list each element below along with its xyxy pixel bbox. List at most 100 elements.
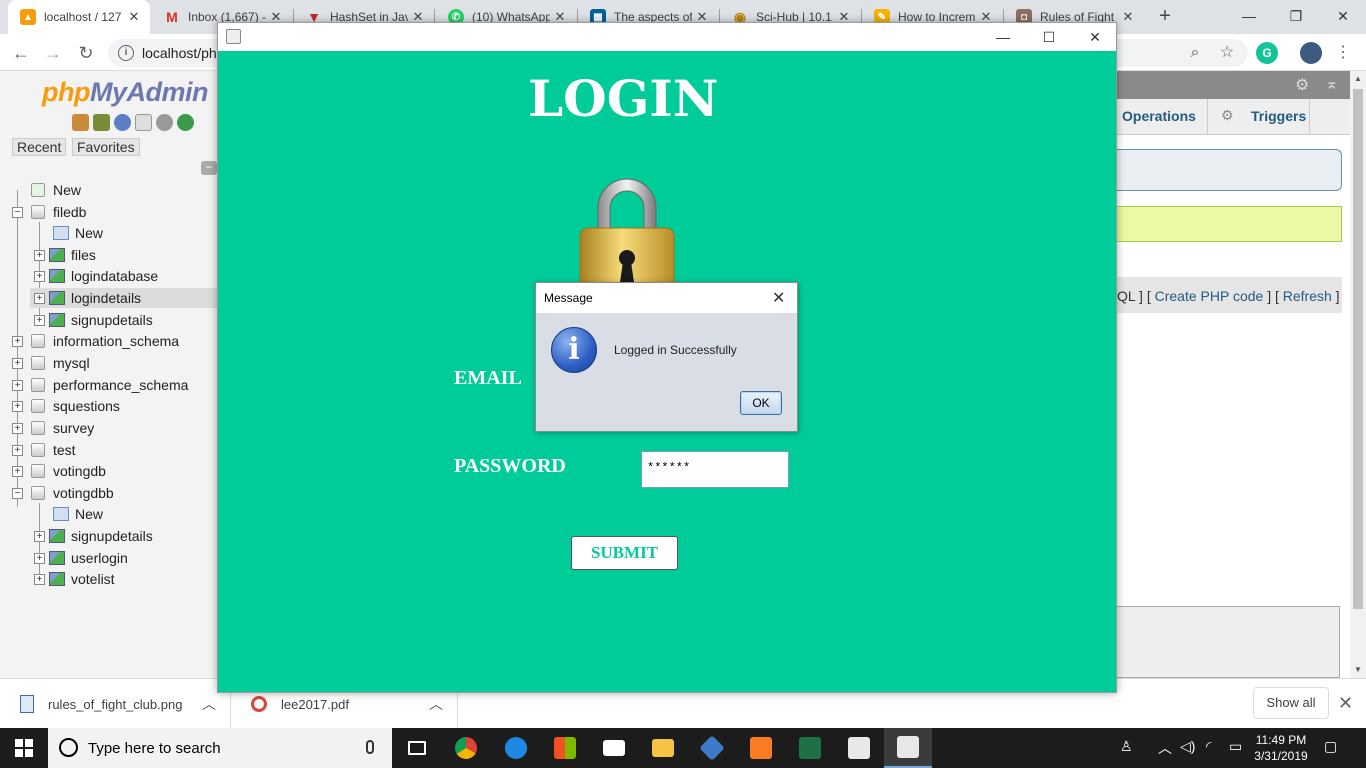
tree-db-performance-schema[interactable]: + performance_schema [12,375,188,395]
java-app-active-icon[interactable] [884,728,932,768]
close-window-button[interactable]: ✕ [1072,23,1118,51]
padlock-icon [579,178,675,290]
virtualbox-icon[interactable] [688,728,736,768]
tab-triggers[interactable]: Triggers [1251,108,1306,124]
favorites-button[interactable]: Favorites [72,138,140,156]
back-icon[interactable]: ← [8,40,34,66]
taskbar: Type here to search ♙ ︿ ◁) ◜ ▭ 11:49 PM … [0,728,1366,768]
battery-icon[interactable]: ▭ [1229,738,1242,755]
submit-button[interactable]: SUBMIT [571,536,678,570]
edge-icon[interactable] [492,728,540,768]
menu-icon[interactable]: ⋮ [1332,42,1354,64]
tree-table-files[interactable]: + files [34,245,96,265]
chevron-up-icon[interactable]: ︿ [1158,738,1172,758]
excel-icon[interactable] [786,728,834,768]
collapse-icon[interactable]: − [12,206,23,218]
tab-operations[interactable]: Operations [1122,108,1196,124]
info-icon[interactable]: i [118,45,134,61]
taskbar-search[interactable]: Type here to search [48,728,392,768]
tree-table-signupdetails[interactable]: + signupdetails [34,310,153,330]
close-icon[interactable]: ✕ [772,288,785,308]
minimize-button[interactable]: — [980,23,1026,51]
collapse-icon[interactable]: ⌅ [1325,74,1338,94]
close-icon[interactable]: ✕ [1338,693,1353,714]
tree-table-userlogin[interactable]: + userlogin [34,548,128,568]
tree-table-votingdbb-signupdetails[interactable]: + signupdetails [34,526,153,546]
scroll-thumb[interactable] [1353,89,1363,609]
forward-icon[interactable]: → [40,40,66,66]
task-view-icon[interactable] [393,728,441,768]
logout-icon[interactable] [93,114,110,131]
home-icon[interactable] [72,114,89,131]
email-label: EMAIL [454,367,522,389]
zoom-icon[interactable]: ⌕ [1184,42,1206,64]
dialog-title: Message [544,291,593,305]
tree-db-mysql[interactable]: + mysql [12,353,90,373]
scroll-down-icon[interactable]: ▼ [1350,662,1366,678]
browser-tab-localhost[interactable]: ▲ localhost / 127 ✕ [8,0,150,34]
windows-logo-icon [15,739,33,757]
chevron-up-icon[interactable]: ︿ [429,694,443,714]
show-all-button[interactable]: Show all [1253,687,1329,719]
tree-db-test[interactable]: + test [12,440,76,460]
microphone-icon[interactable] [366,740,374,754]
collapse-icon[interactable]: − [12,487,23,499]
tree-db-squestions[interactable]: + squestions [12,396,120,416]
tree-db-filedb[interactable]: − filedb [12,202,86,222]
tree-item-votingdbb-new[interactable]: New [34,504,103,524]
mail-icon[interactable] [590,728,638,768]
tree-item-new[interactable]: New [12,180,81,200]
docs-icon[interactable] [135,114,152,131]
chrome-icon[interactable] [442,728,490,768]
tree-db-votingdb[interactable]: + votingdb [12,461,106,481]
scroll-up-icon[interactable]: ▲ [1350,71,1366,87]
file-explorer-icon[interactable] [639,728,687,768]
reload-icon[interactable]: ↻ [73,40,99,66]
chevron-up-icon[interactable]: ︿ [202,694,216,714]
volume-icon[interactable]: ◁) [1180,738,1195,755]
tree-table-logindatabase[interactable]: + logindatabase [34,266,158,286]
tree-db-votingdbb[interactable]: − votingdbb [12,483,114,503]
close-icon[interactable]: ✕ [1118,9,1138,25]
system-clock[interactable]: 11:49 PM 3/31/2019 [1251,732,1311,764]
bookmark-star-icon[interactable]: ☆ [1216,42,1238,64]
help-icon[interactable] [114,114,131,131]
pma-logo[interactable]: phpMyAdmin [42,77,208,108]
start-button[interactable] [0,728,48,768]
pma-query-links: QL ] [ Create PHP code ] [ Refresh ] [1117,277,1342,313]
recent-button[interactable]: Recent [12,138,67,156]
refresh-link[interactable]: Refresh [1283,288,1332,304]
people-icon[interactable]: ♙ [1120,738,1133,755]
maximize-button[interactable]: ☐ [1026,23,1072,51]
table-icon [49,313,65,327]
ok-button[interactable]: OK [740,391,782,415]
store-icon[interactable] [541,728,589,768]
download-item-png[interactable]: rules_of_fight_club.png ︿ [0,679,231,729]
restore-button[interactable]: ❐ [1273,2,1319,30]
tree-table-logindetails[interactable]: + logindetails [30,288,217,308]
tree-table-votelist[interactable]: + votelist [34,569,115,589]
notifications-icon[interactable]: ▢ [1324,738,1337,755]
tree-db-survey[interactable]: + survey [12,418,94,438]
page-scrollbar[interactable]: ▲ ▼ [1350,71,1366,678]
tree-item-filedb-new[interactable]: New [34,223,103,243]
info-icon: i [551,327,597,373]
avatar[interactable] [1300,42,1322,64]
reload-icon[interactable] [177,114,194,131]
java-icon[interactable] [835,728,883,768]
create-php-code-link[interactable]: Create PHP code [1155,288,1264,304]
close-icon[interactable]: ✕ [124,9,144,25]
chrome-icon [251,696,267,712]
pma-main-panel: ⚙ ⌅ Operations ⚙ Triggers QL ] [ Create … [1117,71,1350,678]
password-field[interactable]: ****** [641,451,789,488]
new-tab-button[interactable]: + [1154,4,1176,30]
minimize-button[interactable]: — [1226,2,1272,30]
gear-icon[interactable]: ⚙ [1295,75,1309,95]
gear-icon[interactable] [156,114,173,131]
tree-db-information-schema[interactable]: + information_schema [12,331,179,351]
collapse-icon[interactable]: − [201,161,217,175]
grammarly-icon[interactable]: G [1256,42,1278,64]
close-window-button[interactable]: ✕ [1320,2,1366,30]
wifi-icon[interactable]: ◜ [1206,738,1211,755]
xampp-icon[interactable] [737,728,785,768]
